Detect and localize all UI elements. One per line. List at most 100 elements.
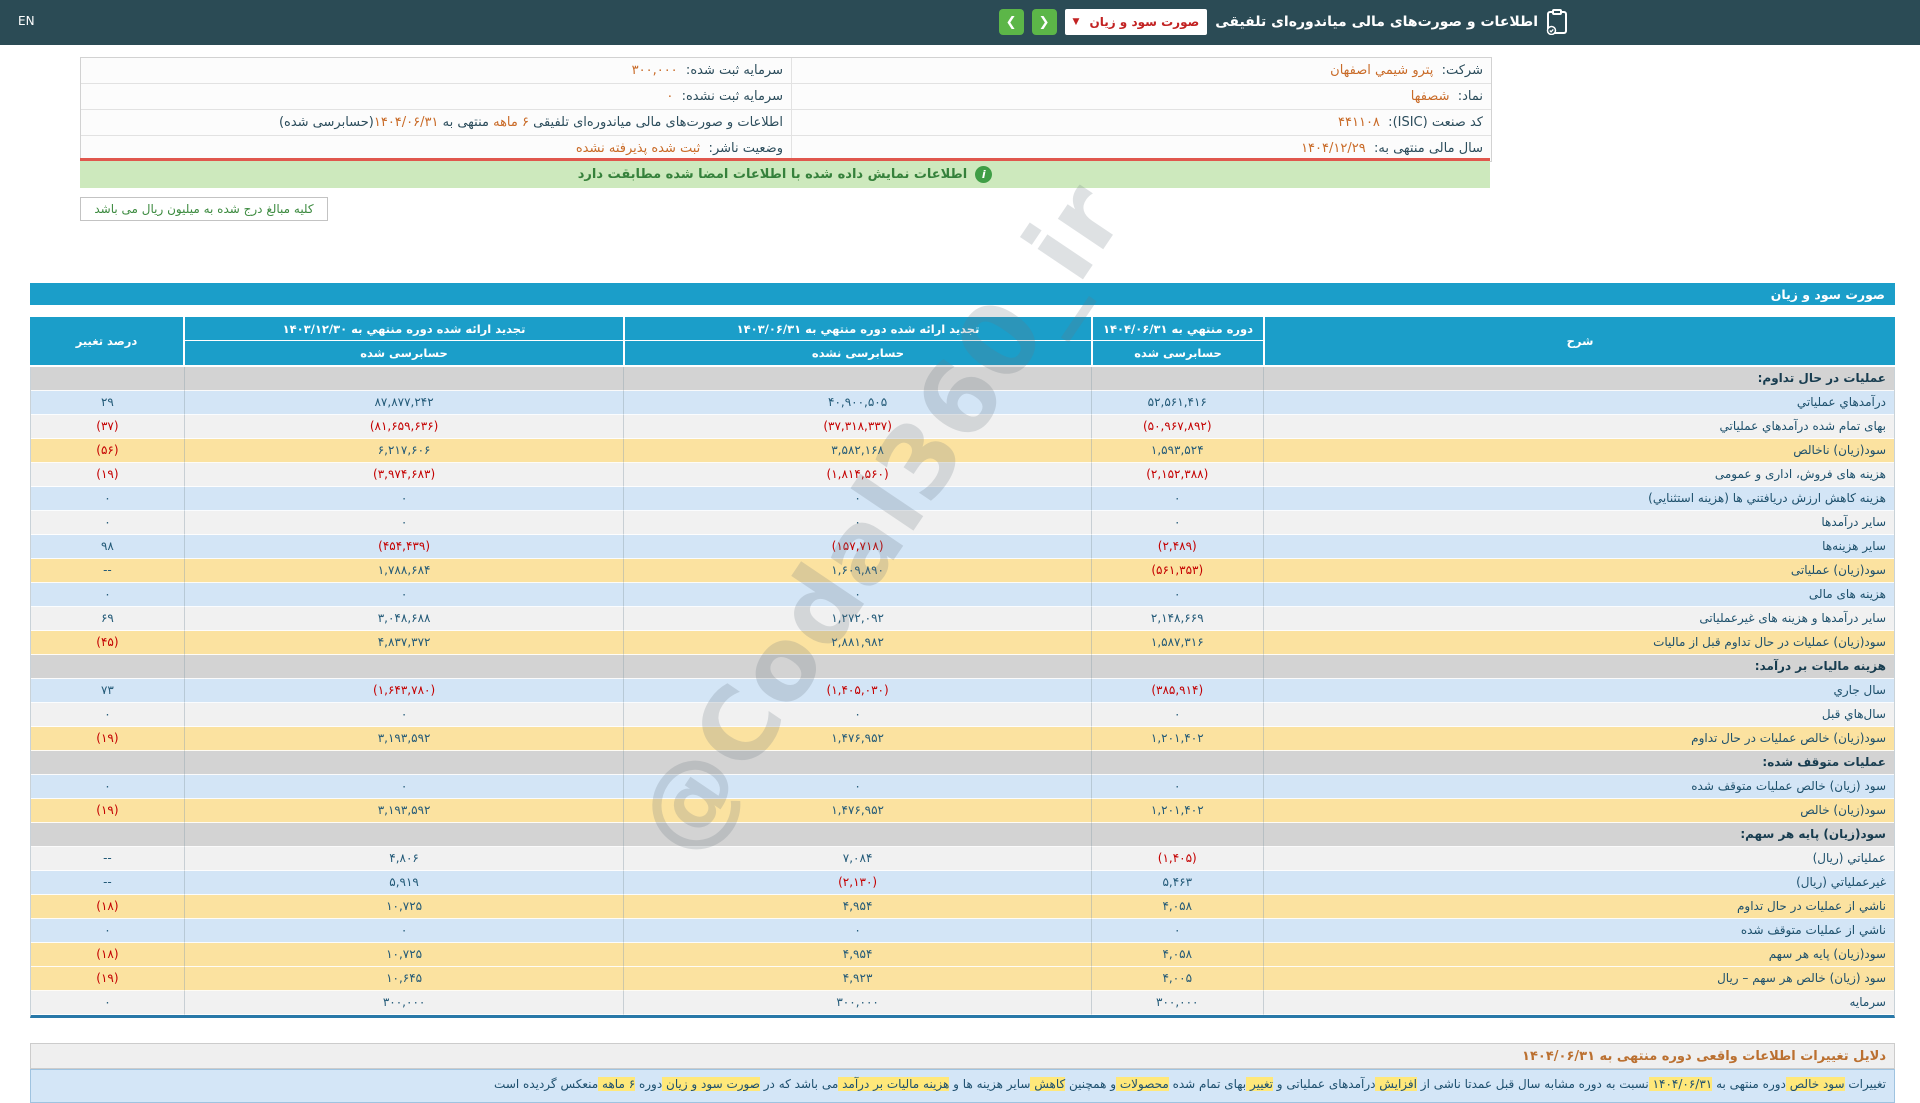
cell-value: (۸۱,۶۵۹,۶۳۶)	[183, 415, 624, 439]
cell-value: ۱,۵۸۷,۳۱۶	[1090, 631, 1263, 655]
column-header-restated-yearend: تجدید ارائه شده دوره منتهي به ۱۴۰۳/۱۲/۳۰…	[183, 317, 623, 365]
cell-value	[183, 751, 624, 775]
cell-value: ۰	[183, 487, 624, 511]
cell-value: ۴,۹۵۴	[623, 895, 1091, 919]
cell-value: ۳۰۰,۰۰۰	[183, 991, 624, 1015]
table-header: شرح دوره منتهي به ۱۴۰۴/۰۶/۳۱ حسابرسی شده…	[30, 317, 1895, 367]
currency-unit-note-text: کلیه مبالغ درج شده به میلیون ریال می باش…	[94, 202, 314, 216]
cell-value	[183, 655, 624, 679]
percent-change-value: (۱۹)	[31, 967, 184, 991]
cell-value: ۴,۰۰۵	[1090, 967, 1263, 991]
info-label: سرمایه ثبت شده:	[677, 63, 783, 78]
table-row: بهای تمام شده درآمدهاي عملياتي (۵۰,۹۶۷,۸۹…	[31, 415, 1894, 439]
row-label: سود (زیان) خالص عملیات متوقف شده	[1262, 775, 1894, 799]
percent-change-value: (۱۹)	[31, 727, 184, 751]
row-label: سود(زيان) عملیات در حال تداوم قبل از مال…	[1262, 631, 1894, 655]
info-label: نماد:	[1449, 89, 1483, 104]
nav-prev-button[interactable]: ❮	[998, 9, 1024, 35]
cell-value: (۱۵۷,۷۱۸)	[623, 535, 1091, 559]
cell-value	[1090, 751, 1263, 775]
info-icon: i	[975, 166, 993, 183]
cell-value: (۲,۱۵۲,۳۸۸)	[1090, 463, 1263, 487]
cell-value: ۳,۵۸۲,۱۶۸	[623, 439, 1091, 463]
cell-value: ۴,۸۳۷,۳۷۲	[183, 631, 624, 655]
highlighted-text: ۱۴۰۴/۰۶/۳۱	[1648, 1077, 1713, 1091]
cell-value: ۵,۴۶۳	[1090, 871, 1263, 895]
percent-change-value: --	[31, 871, 184, 895]
cell-value: ۰	[183, 703, 624, 727]
table-row: سود (زیان) خالص عملیات متوقف شده ۰ ۰ ۰ ۰	[31, 775, 1894, 799]
percent-change-value: ۰	[31, 703, 184, 727]
percent-change-value: (۱۸)	[31, 943, 184, 967]
cell-value: ۰	[623, 703, 1091, 727]
plain-text: تغییرات	[1844, 1077, 1886, 1091]
cell-value: (۲,۴۸۹)	[1090, 535, 1263, 559]
audit-status-label: حسابرسی شده	[1134, 346, 1222, 360]
table-row: درآمدهاي عملياتي ۵۲,۵۶۱,۴۱۶ ۴۰,۹۰۰,۵۰۵ ۸۷,۸…	[31, 391, 1894, 415]
cell-value: ۰	[183, 583, 624, 607]
info-label: اطلاعات و صورت‌های مالی میاندوره‌ای تلفی…	[528, 115, 783, 130]
cell-value: ۵,۹۱۹	[183, 871, 624, 895]
percent-change-value: ۲۹	[31, 391, 184, 415]
row-label: سود(زيان) خالص عملیات در حال تداوم	[1262, 727, 1894, 751]
cell-value: ۱,۴۷۶,۹۵۲	[623, 799, 1091, 823]
cell-value: ۴,۸۰۶	[183, 847, 624, 871]
info-cell-left: اطلاعات و صورت‌های مالی میاندوره‌ای تلفی…	[81, 110, 791, 135]
cell-value: ۳,۱۹۳,۵۹۲	[183, 799, 624, 823]
info-value: پترو شیمي اصفهان	[1330, 63, 1434, 78]
percent-change-value: (۳۷)	[31, 415, 184, 439]
cell-value: ۳۰۰,۰۰۰	[623, 991, 1091, 1015]
info-label: (حسابرسی شده)	[278, 115, 374, 130]
plain-text: و همچنین	[1065, 1077, 1117, 1091]
cell-value	[1090, 367, 1263, 391]
nav-next-button[interactable]: ❯	[1031, 9, 1057, 35]
percent-change-value: ۰	[31, 583, 184, 607]
cell-value: (۳۷,۳۱۸,۳۳۷)	[623, 415, 1091, 439]
plain-text: و	[1272, 1077, 1283, 1091]
title-gap	[30, 305, 1895, 317]
info-value: ۳۰۰,۰۰۰	[631, 63, 678, 78]
percent-change-value: ۰	[31, 511, 184, 535]
table-section-row: عملیات در حال تداوم:	[31, 367, 1894, 391]
cell-value: ۱۰,۷۲۵	[183, 895, 624, 919]
info-label: سرمایه ثبت نشده:	[673, 89, 783, 104]
row-label: بهای تمام شده درآمدهاي عملياتي	[1262, 415, 1894, 439]
info-row: شرکت: پترو شیمي اصفهان سرمایه ثبت شده: ۳۰…	[81, 58, 1491, 84]
cell-value: ۱,۴۷۶,۹۵۲	[623, 727, 1091, 751]
cell-value: ۷,۰۸۴	[623, 847, 1091, 871]
period-label: تجدید ارائه شده دوره منتهي به ۱۴۰۳/۱۲/۳۰	[185, 317, 623, 341]
row-label: سایر هزینه‌ها	[1262, 535, 1894, 559]
cell-value: ۱,۵۹۳,۵۲۴	[1090, 439, 1263, 463]
info-cell-left: سرمایه ثبت شده: ۳۰۰,۰۰۰	[81, 58, 791, 83]
cell-value: ۰	[1090, 511, 1263, 535]
info-row: کد صنعت (ISIC): ۴۴۱۱۰۸ اطلاعات و صورت‌های…	[81, 110, 1491, 136]
info-value: ۰	[666, 89, 674, 104]
page: { "topbar": { "en_label": "EN", "title":…	[0, 0, 1920, 1103]
chevron-left-icon: ❮	[1005, 14, 1017, 30]
table-section-row: هزینه مالیات بر درآمد:	[31, 655, 1894, 679]
row-label: سود(زيان) ناخالص	[1262, 439, 1894, 463]
cell-value: ۰	[623, 487, 1091, 511]
info-cell-right: شرکت: پترو شیمي اصفهان	[791, 58, 1491, 83]
section-label: عملیات در حال تداوم:	[1262, 367, 1894, 391]
cell-value	[623, 367, 1091, 391]
cell-value: (۲,۱۳۰)	[623, 871, 1091, 895]
plain-text: و	[949, 1077, 959, 1091]
table-row: سود(زيان) عملياتی (۵۶۱,۳۵۳) ۱,۶۰۹,۸۹۰ ۱,۷۸۸…	[31, 559, 1894, 583]
cell-value: ۱,۲۰۱,۴۰۲	[1090, 799, 1263, 823]
cell-value: ۱۰,۷۲۵	[183, 943, 624, 967]
page-title: اطلاعات و صورت‌های مالی میاندوره‌ای تلفی…	[1215, 14, 1538, 30]
cell-value	[183, 367, 624, 391]
percent-change-value: --	[31, 847, 184, 871]
cell-value: (۵۰,۹۶۷,۸۹۲)	[1090, 415, 1263, 439]
cell-value: ۴,۰۵۸	[1090, 895, 1263, 919]
statement-select-dropdown[interactable]: ▼ صورت سود و زیان	[1064, 9, 1208, 35]
row-label: سایر درآمدها	[1262, 511, 1894, 535]
row-label: هزینه های فروش، اداری و عمومی	[1262, 463, 1894, 487]
plain-text: دوره	[635, 1077, 663, 1091]
highlighted-text: ۶ ماهه	[598, 1077, 636, 1091]
language-toggle-en[interactable]: EN	[18, 14, 35, 28]
table-row: هزینه کاهش ارزش دریافتني ها (هزینه استثن…	[31, 487, 1894, 511]
cell-value: (۳,۹۷۴,۶۸۳)	[183, 463, 624, 487]
cell-value	[183, 823, 624, 847]
